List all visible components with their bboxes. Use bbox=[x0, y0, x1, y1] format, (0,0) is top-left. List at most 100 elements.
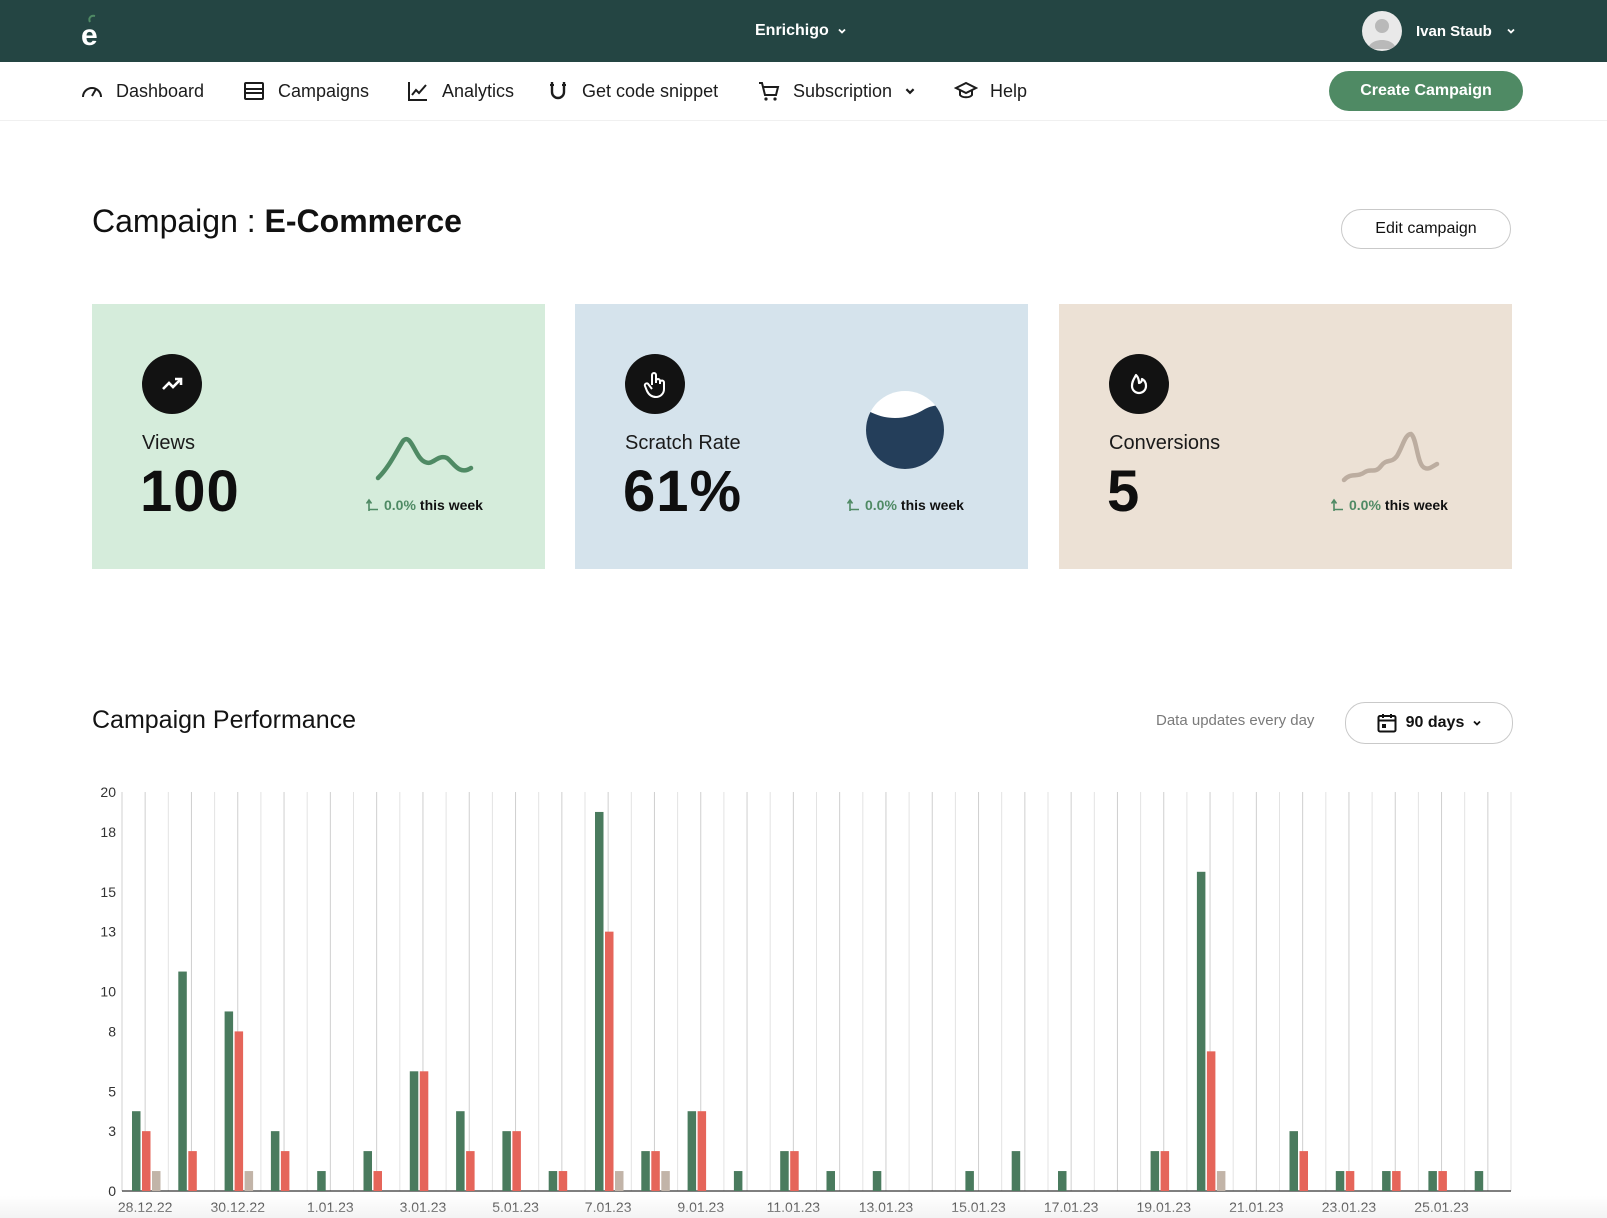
bar bbox=[456, 1111, 465, 1191]
bar bbox=[605, 931, 614, 1191]
nav-item-dashboard[interactable]: Dashboard bbox=[80, 78, 204, 104]
y-tick-label: 10 bbox=[100, 984, 116, 1000]
campaign-performance-chart: 0358101315182028.12.2230.12.221.01.233.0… bbox=[100, 784, 1512, 1215]
bar bbox=[1335, 1171, 1345, 1191]
bar bbox=[548, 1171, 558, 1191]
chevron-down-icon bbox=[905, 88, 915, 95]
edit-campaign-button[interactable]: Edit campaign bbox=[1341, 209, 1511, 249]
user-silhouette-icon bbox=[1368, 19, 1396, 49]
stat-trend: 0.0% this week bbox=[1331, 497, 1448, 513]
chevron-down-icon bbox=[838, 28, 846, 34]
nav-item-label: Help bbox=[990, 80, 1028, 101]
bar bbox=[1438, 1171, 1447, 1191]
bar bbox=[780, 1151, 789, 1191]
bar bbox=[244, 1171, 254, 1191]
stat-value: 5 bbox=[1107, 459, 1141, 524]
trend-arrow-icon bbox=[1331, 498, 1343, 511]
bar bbox=[363, 1151, 372, 1191]
trend-percent: 0.0% bbox=[384, 497, 416, 513]
bar bbox=[1299, 1151, 1308, 1191]
conversions-sparkline bbox=[1341, 431, 1440, 483]
bar bbox=[1289, 1131, 1298, 1191]
bar bbox=[661, 1171, 670, 1191]
bar bbox=[224, 1011, 234, 1191]
data-update-note: Data updates every day bbox=[1156, 712, 1315, 729]
trend-text: this week bbox=[900, 497, 964, 513]
hand-pointer-icon bbox=[625, 354, 685, 414]
nav-item-subscription[interactable]: Subscription bbox=[757, 78, 916, 104]
bar bbox=[1011, 1151, 1021, 1191]
bar bbox=[466, 1151, 475, 1191]
y-tick-label: 18 bbox=[100, 824, 116, 840]
stat-trend: 0.0% this week bbox=[366, 497, 483, 513]
user-name: Ivan Staub bbox=[1416, 22, 1492, 40]
flame-icon bbox=[1109, 354, 1169, 414]
trend-percent: 0.0% bbox=[1349, 497, 1381, 513]
bar bbox=[270, 1131, 280, 1191]
y-tick-label: 8 bbox=[108, 1023, 116, 1039]
page-title: Campaign : E-Commerce bbox=[92, 203, 462, 240]
bar bbox=[687, 1111, 697, 1191]
stat-label: Conversions bbox=[1109, 432, 1221, 454]
trend-arrow-icon bbox=[847, 498, 859, 511]
nav-item-campaigns[interactable]: Campaigns bbox=[242, 78, 369, 104]
y-tick-label: 13 bbox=[100, 924, 116, 940]
bar bbox=[697, 1111, 707, 1191]
bar bbox=[1345, 1171, 1355, 1191]
date-range-value: 90 days bbox=[1405, 714, 1465, 731]
trend-arrow-icon bbox=[366, 498, 378, 511]
y-tick-label: 3 bbox=[108, 1123, 116, 1139]
bar bbox=[595, 811, 604, 1191]
bar bbox=[1196, 871, 1206, 1191]
bar bbox=[1216, 1171, 1226, 1191]
bar bbox=[317, 1171, 326, 1191]
bar bbox=[1058, 1171, 1067, 1191]
bar bbox=[142, 1131, 151, 1191]
bar bbox=[1150, 1151, 1160, 1191]
organization-name: Enrichigo bbox=[755, 22, 829, 39]
enrichigo-logo[interactable]: e bbox=[80, 14, 112, 48]
nav-item-label: Subscription bbox=[793, 80, 893, 101]
trending-up-icon bbox=[142, 354, 202, 414]
magnet-icon bbox=[550, 82, 566, 100]
stat-trend: 0.0% this week bbox=[847, 497, 964, 513]
calendar-icon bbox=[1377, 714, 1397, 733]
bar bbox=[1428, 1171, 1437, 1191]
scroll-shadow bbox=[0, 1196, 1607, 1218]
user-menu[interactable]: Ivan Staub bbox=[1362, 10, 1516, 52]
list-icon bbox=[244, 82, 264, 100]
bar bbox=[178, 971, 187, 1191]
stat-label: Scratch Rate bbox=[625, 432, 741, 454]
trend-text: this week bbox=[1384, 497, 1448, 513]
bar bbox=[234, 1031, 244, 1191]
create-campaign-button[interactable]: Create Campaign bbox=[1329, 71, 1523, 111]
nav-item-label: Analytics bbox=[442, 80, 515, 101]
stat-card-scratch-rate: Scratch Rate 61% 0.0% this week bbox=[575, 304, 1028, 569]
bar bbox=[872, 1171, 882, 1191]
stat-card-views: Views 100 0.0% this week bbox=[92, 304, 545, 569]
trend-text: this week bbox=[419, 497, 483, 513]
nav-item-help[interactable]: Help bbox=[954, 78, 1027, 104]
chevron-down-icon bbox=[1507, 28, 1515, 34]
y-tick-label: 5 bbox=[108, 1083, 116, 1099]
nav-item-analytics[interactable]: Analytics bbox=[406, 78, 514, 104]
chevron-down-icon bbox=[1473, 720, 1481, 726]
nav-item-label: Campaigns bbox=[278, 80, 370, 101]
nav-item-get-code-snippet[interactable]: Get code snippet bbox=[546, 78, 718, 104]
trend-percent: 0.0% bbox=[865, 497, 897, 513]
stat-card-conversions: Conversions 5 0.0% this week bbox=[1059, 304, 1512, 569]
date-range-select[interactable]: 90 days bbox=[1345, 702, 1513, 744]
top-bar: e Enrichigo Ivan Staub bbox=[0, 0, 1607, 62]
bar bbox=[502, 1131, 511, 1191]
bar bbox=[373, 1171, 382, 1191]
bar bbox=[188, 1151, 197, 1191]
avatar bbox=[1362, 11, 1402, 51]
performance-title: Campaign Performance bbox=[92, 706, 357, 734]
organization-switcher[interactable]: Enrichigo bbox=[755, 20, 847, 42]
bar bbox=[1382, 1171, 1391, 1191]
campaign-name: E-Commerce bbox=[264, 203, 462, 239]
bar bbox=[790, 1151, 799, 1191]
bar bbox=[1206, 1051, 1216, 1191]
bar bbox=[651, 1151, 660, 1191]
bar bbox=[965, 1171, 974, 1191]
